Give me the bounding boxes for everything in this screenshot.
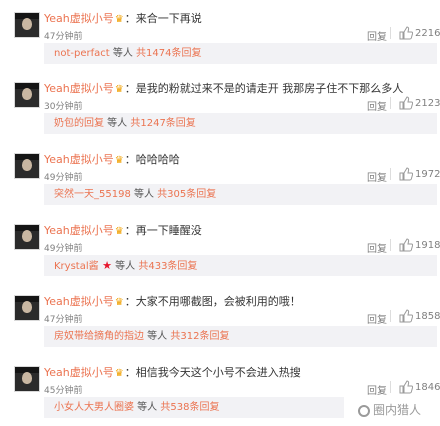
avatar[interactable] <box>14 366 40 392</box>
avatar[interactable] <box>14 295 40 321</box>
separator: ： <box>124 12 136 25</box>
reply-button[interactable]: 回复 <box>367 382 387 397</box>
like-count: 1846 <box>415 382 440 393</box>
thumbs-up-icon[interactable] <box>399 96 413 110</box>
comment-item: Yeah虚拟小号♛：来合一下再说 47分钟前 回复 2216 not-perfa… <box>0 0 440 70</box>
weibo-logo-icon <box>358 405 370 417</box>
reply-total-link[interactable]: 共433条回复 <box>138 261 197 272</box>
reply-users[interactable]: 房奴带给摘角的指边 <box>54 331 144 342</box>
divider <box>390 310 391 322</box>
comment-item: Yeah虚拟小号♛：是我的粉就过来不是的请走开 我那房子住不下那么多人 30分钟… <box>0 70 440 140</box>
comment-line: Yeah虚拟小号♛：来合一下再说 <box>44 10 202 26</box>
divider <box>390 97 391 109</box>
reply-button[interactable]: 回复 <box>367 28 387 43</box>
comment-line: Yeah虚拟小号♛：大家不用哪截图，会被利用的哦！ <box>44 293 301 309</box>
like-count: 1918 <box>415 240 440 251</box>
thumbs-up-icon[interactable] <box>399 309 413 323</box>
timestamp: 47分钟前 <box>44 315 83 325</box>
reply-suffix: 等人 <box>104 118 131 129</box>
username-link[interactable]: Yeah虚拟小号 <box>44 295 114 308</box>
reply-button[interactable]: 回复 <box>367 169 387 184</box>
replies-summary[interactable]: 小女人大男人圈婆 等人 共538条回复 <box>44 397 344 418</box>
vip-crown-icon: ♛ <box>114 226 124 237</box>
comment-text: 相信我今天这个小号不会进入热搜 <box>135 366 301 379</box>
comment-item: Yeah虚拟小号♛：再一下睡醒没 49分钟前 回复 1918 Krystal酱 … <box>0 212 440 282</box>
separator: ： <box>124 82 136 95</box>
like-count: 2123 <box>415 98 440 109</box>
timestamp: 45分钟前 <box>44 386 83 396</box>
like-count: 1972 <box>415 169 440 180</box>
timestamp: 49分钟前 <box>44 173 83 183</box>
comment-text: 是我的粉就过来不是的请走开 我那房子住不下那么多人 <box>135 82 404 95</box>
separator: ： <box>124 224 136 237</box>
comment-line: Yeah虚拟小号♛：再一下睡醒没 <box>44 222 202 238</box>
reply-total-link[interactable]: 共1247条回复 <box>130 118 195 129</box>
comment-text: 哈哈哈哈 <box>135 153 180 166</box>
divider <box>390 27 391 39</box>
divider <box>390 168 391 180</box>
like-count: 1858 <box>415 311 440 322</box>
reply-suffix: 等人 <box>109 48 137 59</box>
comment-item: Yeah虚拟小号♛：哈哈哈哈 49分钟前 回复 1972 突然一天_55198 … <box>0 141 440 211</box>
reply-users[interactable]: Krystal酱 <box>54 261 99 272</box>
replies-summary[interactable]: Krystal酱 ★ 等人 共433条回复 <box>44 255 437 276</box>
comment-line: Yeah虚拟小号♛：哈哈哈哈 <box>44 151 180 167</box>
reply-total-link[interactable]: 共312条回复 <box>170 331 229 342</box>
reply-users[interactable]: not-perfact <box>54 48 110 59</box>
reply-suffix: 等人 <box>134 402 161 413</box>
username-link[interactable]: Yeah虚拟小号 <box>44 82 114 95</box>
reply-suffix: 等人 <box>130 189 158 200</box>
comment-text: 再一下睡醒没 <box>135 224 202 237</box>
reply-users[interactable]: 突然一天_55198 <box>54 189 131 200</box>
reply-total-link[interactable]: 共305条回复 <box>157 189 216 200</box>
comment-line: Yeah虚拟小号♛：是我的粉就过来不是的请走开 我那房子住不下那么多人 <box>44 80 403 96</box>
reply-button[interactable]: 回复 <box>367 311 387 326</box>
username-link[interactable]: Yeah虚拟小号 <box>44 153 114 166</box>
divider <box>390 381 391 393</box>
vip-crown-icon: ♛ <box>114 297 124 308</box>
replies-summary[interactable]: 突然一天_55198 等人 共305条回复 <box>44 184 437 205</box>
vip-crown-icon: ♛ <box>114 84 124 95</box>
reply-suffix: 等人 <box>111 261 139 272</box>
thumbs-up-icon[interactable] <box>399 380 413 394</box>
like-count: 2216 <box>415 28 440 39</box>
username-link[interactable]: Yeah虚拟小号 <box>44 366 114 379</box>
reply-total-link[interactable]: 共1474条回复 <box>136 48 201 59</box>
replies-summary[interactable]: 房奴带给摘角的指边 等人 共312条回复 <box>44 326 437 347</box>
avatar[interactable] <box>14 12 40 38</box>
divider <box>390 239 391 251</box>
watermark: 圈内猎人 <box>358 401 421 418</box>
reply-users[interactable]: 小女人大男人圈婆 <box>54 402 134 413</box>
username-link[interactable]: Yeah虚拟小号 <box>44 224 114 237</box>
star-icon: ★ <box>98 259 112 272</box>
replies-summary[interactable]: 奶包的回复 等人 共1247条回复 <box>44 113 437 134</box>
vip-crown-icon: ♛ <box>114 14 124 25</box>
comment-text: 大家不用哪截图，会被利用的哦！ <box>135 295 301 308</box>
timestamp: 49分钟前 <box>44 244 83 254</box>
reply-button[interactable]: 回复 <box>367 98 387 113</box>
thumbs-up-icon[interactable] <box>399 167 413 181</box>
vip-crown-icon: ♛ <box>114 155 124 166</box>
thumbs-up-icon[interactable] <box>399 26 413 40</box>
reply-users[interactable]: 奶包的回复 <box>54 118 104 129</box>
avatar[interactable] <box>14 224 40 250</box>
thumbs-up-icon[interactable] <box>399 238 413 252</box>
username-link[interactable]: Yeah虚拟小号 <box>44 12 114 25</box>
reply-button[interactable]: 回复 <box>367 240 387 255</box>
timestamp: 47分钟前 <box>44 32 83 42</box>
avatar[interactable] <box>14 82 40 108</box>
separator: ： <box>124 366 136 379</box>
reply-suffix: 等人 <box>144 331 171 342</box>
separator: ： <box>124 295 136 308</box>
reply-total-link[interactable]: 共538条回复 <box>160 402 219 413</box>
comment-item: Yeah虚拟小号♛：大家不用哪截图，会被利用的哦！ 47分钟前 回复 1858 … <box>0 283 440 353</box>
vip-crown-icon: ♛ <box>114 368 124 379</box>
avatar[interactable] <box>14 153 40 179</box>
timestamp: 30分钟前 <box>44 102 83 112</box>
replies-summary[interactable]: not-perfact 等人 共1474条回复 <box>44 43 437 64</box>
comment-line: Yeah虚拟小号♛：相信我今天这个小号不会进入热搜 <box>44 364 301 380</box>
watermark-text: 圈内猎人 <box>373 403 422 417</box>
comment-text: 来合一下再说 <box>135 12 202 25</box>
separator: ： <box>124 153 136 166</box>
